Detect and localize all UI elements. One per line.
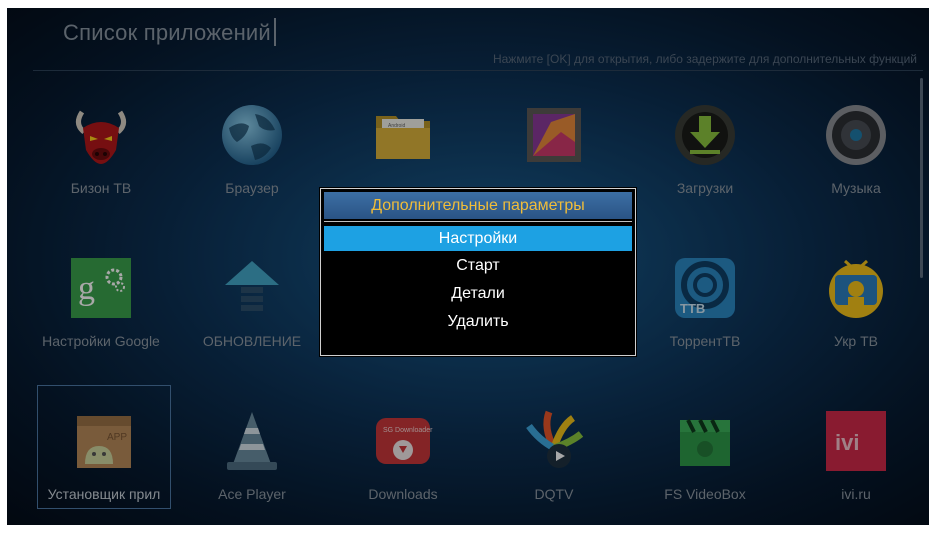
dialog-item-settings[interactable]: Настройки bbox=[324, 226, 632, 251]
dialog-item-delete[interactable]: Удалить bbox=[324, 309, 632, 334]
dialog-item-details[interactable]: Детали bbox=[324, 281, 632, 306]
tv-launcher-screen: Список приложений Нажмите [OK] для откры… bbox=[7, 8, 929, 525]
dialog-separator bbox=[324, 221, 632, 222]
dialog-title: Дополнительные параметры bbox=[324, 192, 632, 219]
options-dialog: Дополнительные параметры Настройки Старт… bbox=[320, 188, 636, 356]
dialog-item-start[interactable]: Старт bbox=[324, 253, 632, 278]
